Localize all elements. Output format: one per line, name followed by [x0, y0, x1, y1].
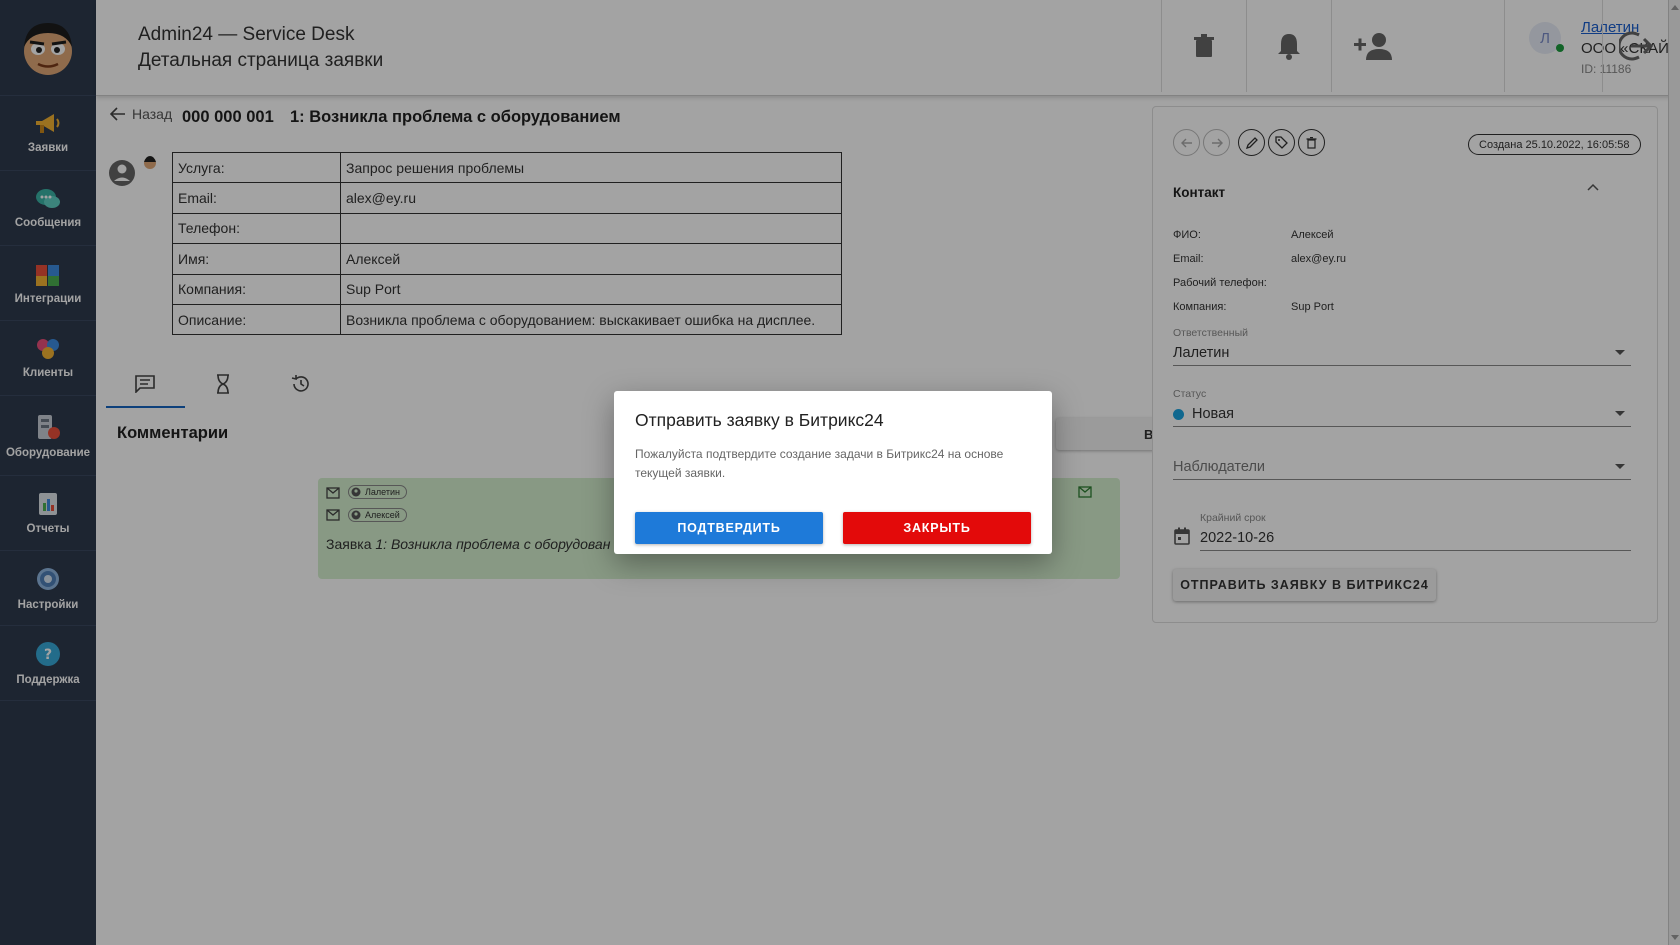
dialog-title: Отправить заявку в Битрикс24 [635, 410, 884, 430]
bitrix-confirm-dialog: Отправить заявку в Битрикс24 Пожалуйста … [614, 391, 1052, 554]
dialog-text: Пожалуйста подтвердите создание задачи в… [635, 447, 1004, 480]
confirm-button[interactable]: ПОДТВЕРДИТЬ [635, 512, 823, 544]
close-button[interactable]: ЗАКРЫТЬ [843, 512, 1031, 544]
